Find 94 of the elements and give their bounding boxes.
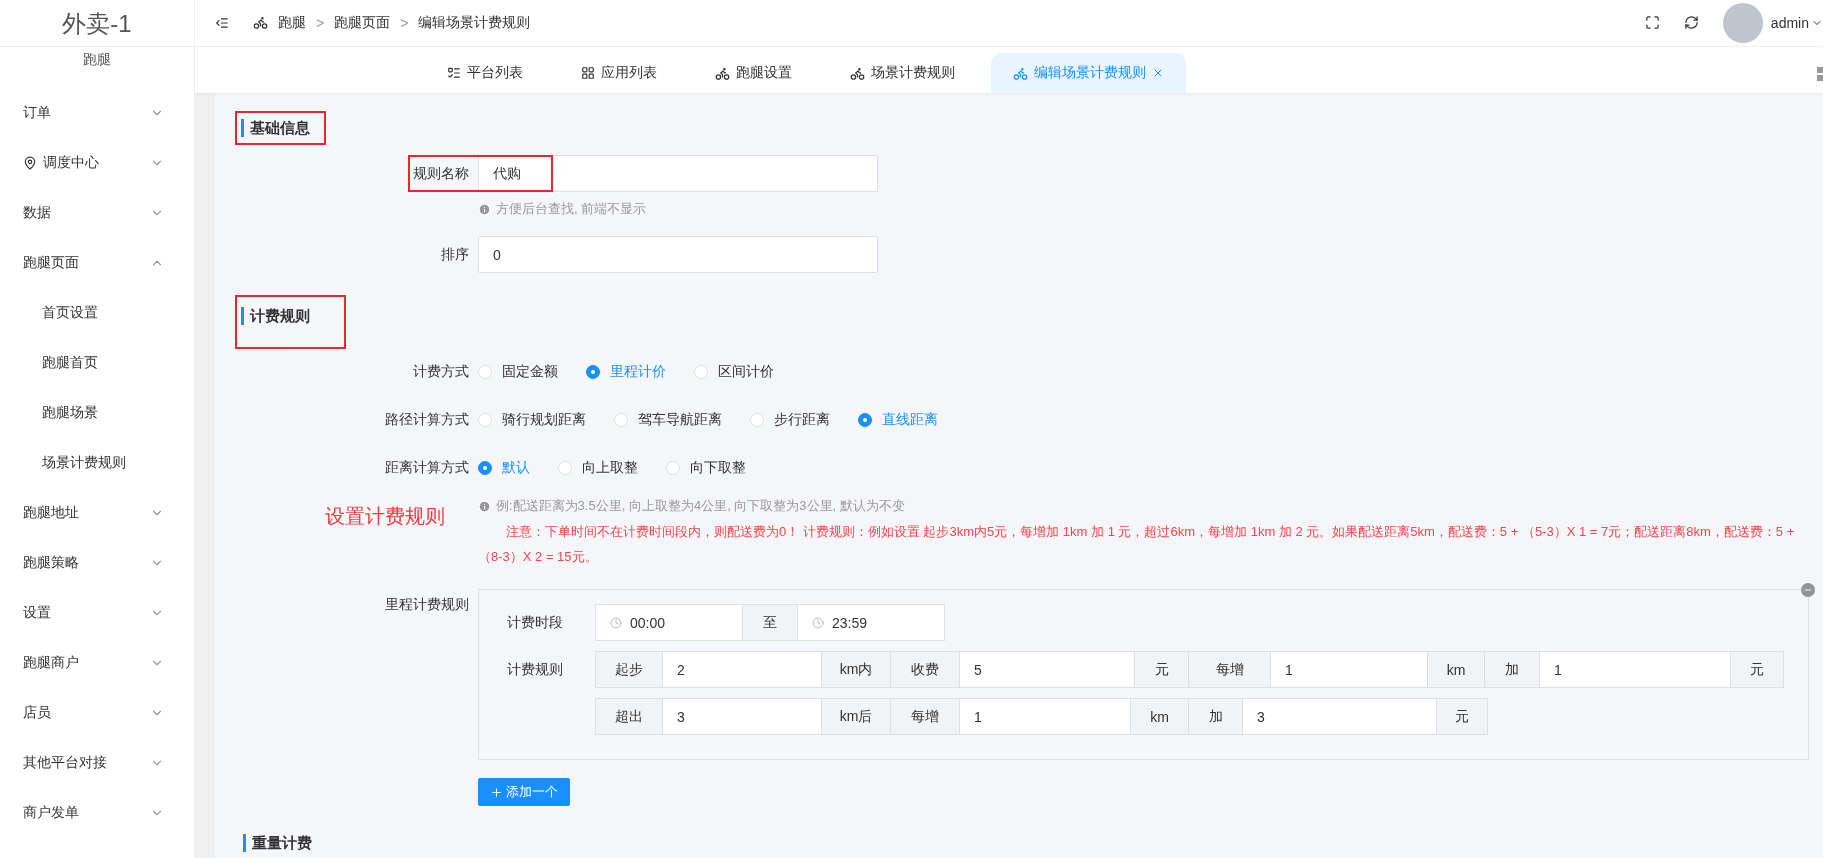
breadcrumb-separator: > [316,14,325,31]
close-icon[interactable] [1152,67,1164,79]
unit-label: 元 [1730,651,1784,688]
input-field[interactable]: 5 [959,651,1135,688]
submenu-item[interactable]: 跑腿首页 [0,338,194,388]
breadcrumb-item[interactable]: 跑腿 [278,13,306,32]
menu-item[interactable]: 跑腿策略 [0,538,194,588]
unit-label: km后 [821,698,891,735]
tab[interactable]: 应用列表 [559,53,679,93]
input-field[interactable]: 代购 [478,155,878,192]
tab[interactable]: 场景计费规则 [828,53,977,93]
scooter-icon [715,65,730,81]
unit-label: 每增 [1188,651,1271,688]
breadcrumb-item[interactable]: 跑腿页面 [334,13,391,32]
input-field[interactable]: 3 [1242,698,1437,735]
radio-option[interactable]: 驾车导航距离 [614,401,722,438]
menu-item[interactable]: 跑腿地址 [0,488,194,538]
app-title: 外卖-1 [62,9,132,39]
user-menu[interactable]: admin [1770,14,1823,31]
scooter-icon [1013,65,1028,81]
list-icon [447,66,461,80]
field-label: 路径计算方式 [384,410,470,429]
input-field[interactable]: 1 [1270,651,1428,688]
plus-icon [490,785,503,799]
menu-item[interactable]: 设置 [0,588,194,638]
time-field[interactable]: 00:00 [595,604,743,641]
breadcrumb-separator: > [400,14,409,31]
remove-icon[interactable] [1801,583,1815,597]
avatar[interactable] [1722,2,1763,43]
unit-label: 超出 [595,698,663,735]
unit-label: 收费 [890,651,960,688]
location-icon [23,156,37,170]
menu-item[interactable]: 调度中心 [0,138,194,188]
clock-icon [812,616,824,629]
input-field[interactable]: 2 [662,651,822,688]
collapse-icon[interactable] [215,15,229,30]
menu-item[interactable]: 商户发单 [0,788,194,838]
app-subtitle: 跑腿 [0,46,194,69]
refresh-icon[interactable] [1683,15,1699,31]
unit-label: km [1427,651,1485,688]
radio-option[interactable]: 向下取整 [666,449,746,486]
input-field[interactable]: 3 [662,698,822,735]
radio-option[interactable]: 区间计价 [694,353,774,390]
menu-item[interactable]: 店员 [0,688,194,738]
field-hint: 方便后台查找, 前端不显示 [496,200,647,218]
unit-label: 每增 [890,698,960,735]
unit-label: km内 [821,651,891,688]
unit-label: km [1130,698,1189,735]
unit-label: 加 [1188,698,1243,735]
scooter-icon [850,65,865,81]
field-label: 里程计费规则 [384,595,470,614]
input-field[interactable]: 0 [478,236,878,273]
menu-item[interactable]: 跑腿页面 [0,238,194,288]
fullscreen-icon[interactable] [1644,15,1660,31]
breadcrumb-item: 编辑场景计费规则 [418,13,531,32]
info-icon [478,499,491,513]
radio-option[interactable]: 步行距离 [750,401,830,438]
more-icon[interactable] [1817,66,1823,81]
radio-option[interactable]: 骑行规划距离 [478,401,586,438]
field-hint: 例:配送距离为3.5公里, 向上取整为4公里, 向下取整为3公里, 默认为不变 [496,497,905,515]
section-title: 重量计费 [243,834,312,852]
unit-label: 加 [1484,651,1540,688]
unit-label: 元 [1436,698,1488,735]
input-field[interactable]: 1 [1539,651,1731,688]
scooter-icon [253,15,268,31]
menu-item[interactable]: 数据 [0,188,194,238]
field-label: 计费方式 [412,362,470,381]
submenu-item[interactable]: 场景计费规则 [0,438,194,488]
section-title: 基础信息 [241,119,310,137]
submenu-item[interactable]: 跑腿场景 [0,388,194,438]
annotation-text: 设置计费规则 [324,504,446,529]
radio-option[interactable]: 固定金额 [478,353,558,390]
note-text: 注意：下单时间不在计费时间段内，则配送费为0！ 计费规则：例如设置 起步3km内5元，每增加 1km 加 1 元，超过6km，每增加 1km 加 2 元。如果配送距离5km，配送费：5 + （5-3）X 1 = 7元；配送距离8km，配送费：5 + （8-3）X 2 = 15元。 [478,523,1796,566]
tab[interactable]: 跑腿设置 [693,53,814,93]
field-label: 排序 [440,245,470,264]
menu-item[interactable]: 其他平台对接 [0,738,194,788]
range-separator: 至 [742,604,798,641]
section-title: 计费规则 [241,307,310,325]
menu-item[interactable]: 跑腿商户 [0,638,194,688]
grid-icon [581,66,595,80]
time-field[interactable]: 23:59 [797,604,945,641]
info-icon [478,202,491,216]
field-label: 规则名称 [412,164,470,183]
menu-item[interactable]: 订单 [0,88,194,138]
submenu-item[interactable]: 首页设置 [0,288,194,338]
field-label: 计费规则 [506,660,564,679]
input-field[interactable]: 1 [959,698,1131,735]
unit-label: 起步 [595,651,663,688]
radio-option[interactable]: 向上取整 [558,449,638,486]
field-label: 计费时段 [506,613,564,632]
tab[interactable]: 平台列表 [425,53,545,93]
clock-icon [610,616,622,629]
field-label: 距离计算方式 [384,458,470,477]
unit-label: 元 [1134,651,1189,688]
